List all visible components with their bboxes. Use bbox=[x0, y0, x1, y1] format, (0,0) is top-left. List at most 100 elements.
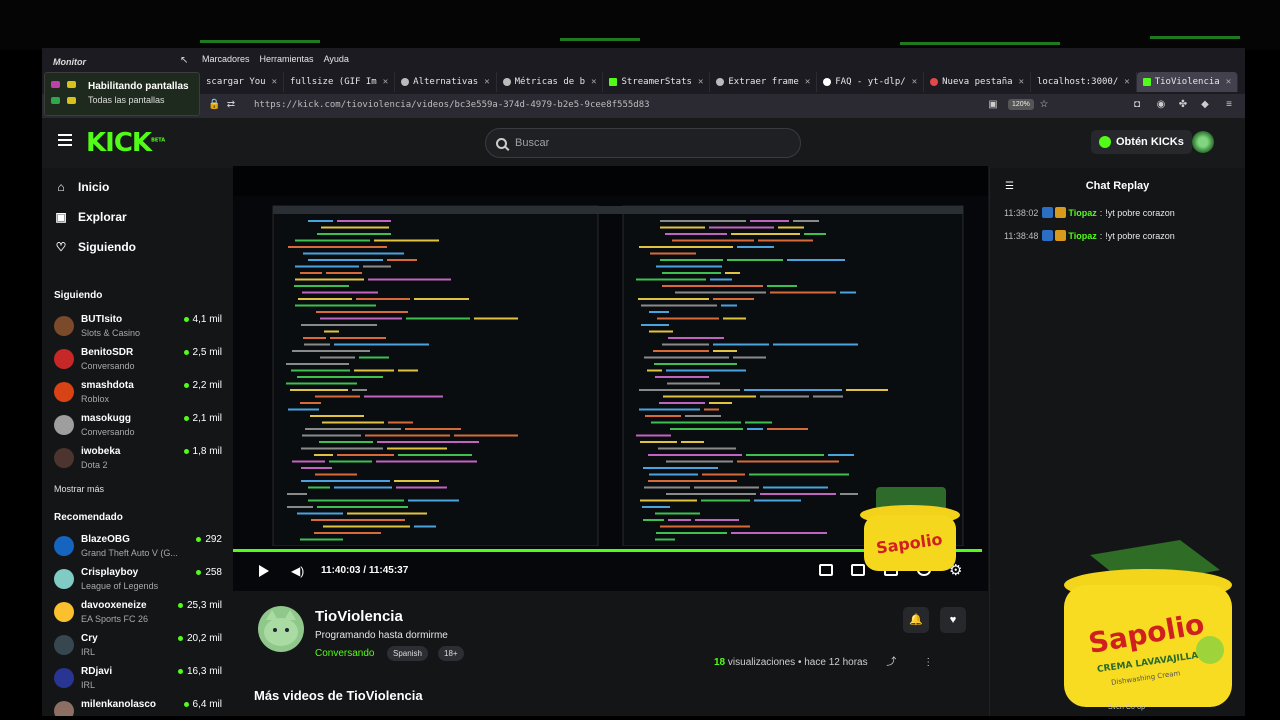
tab-7[interactable]: Nueva pestaña ✕ bbox=[924, 72, 1031, 92]
channel-name[interactable]: TioViolencia bbox=[315, 608, 403, 625]
kick-header: KICKBETA Buscar Obtén KICKs bbox=[42, 118, 1245, 168]
permissions-icon[interactable]: ⇄ bbox=[226, 100, 236, 110]
account-icon[interactable]: ◉ bbox=[1156, 100, 1166, 110]
sidebar-channel[interactable]: BUTIsito Slots & Casino 4,1 mil bbox=[54, 314, 222, 344]
sidebar-channel[interactable]: smashdota Roblox 2,2 mil bbox=[54, 380, 222, 410]
tag-age[interactable]: 18+ bbox=[438, 646, 464, 661]
tab-5[interactable]: Extraer frame ✕ bbox=[710, 72, 818, 92]
code-line bbox=[760, 395, 809, 398]
category-link[interactable]: Conversando bbox=[315, 648, 374, 659]
tab-0[interactable]: scargar You ✕ bbox=[200, 72, 285, 92]
kick-logo[interactable]: KICKBETA bbox=[86, 128, 165, 158]
hamburger-menu-icon[interactable] bbox=[58, 134, 72, 146]
user-avatar[interactable] bbox=[1192, 131, 1214, 153]
bookmark-star-icon[interactable]: ☆ bbox=[1039, 100, 1049, 110]
tab-9[interactable]: TioViolencia ✕ bbox=[1136, 72, 1239, 92]
viewer-count: 25,3 mil bbox=[177, 600, 222, 611]
code-line bbox=[365, 434, 450, 437]
nav-home[interactable]: ⌂ Inicio bbox=[54, 180, 109, 194]
tab-8[interactable]: localhost:3000/✕ bbox=[1031, 72, 1137, 92]
channel-avatar bbox=[54, 668, 74, 688]
tab-3[interactable]: Métricas de b ✕ bbox=[497, 72, 604, 92]
viewer-count: 6,4 mil bbox=[183, 699, 222, 710]
play-icon[interactable] bbox=[259, 565, 269, 577]
pocket-icon[interactable]: ◘ bbox=[1132, 100, 1142, 110]
code-line bbox=[308, 499, 404, 502]
code-line bbox=[317, 233, 391, 235]
tab-6[interactable]: FAQ - yt-dlp/✕ bbox=[817, 72, 925, 92]
code-line bbox=[291, 369, 350, 372]
channel-avatar bbox=[54, 602, 74, 622]
new-tab-icon[interactable]: + bbox=[1238, 75, 1245, 89]
close-icon[interactable]: ✕ bbox=[1226, 77, 1231, 87]
close-icon[interactable]: ✕ bbox=[912, 77, 917, 87]
close-icon[interactable]: ✕ bbox=[1124, 77, 1129, 87]
sidebar-channel[interactable]: iwobeka Dota 2 1,8 mil bbox=[54, 446, 222, 476]
tag-language[interactable]: Spanish bbox=[387, 646, 428, 661]
sidebar-channel[interactable]: BlazeOBG Grand Theft Auto V (G... 292 bbox=[54, 534, 222, 564]
nav-explore[interactable]: ▣ Explorar bbox=[54, 210, 126, 224]
menu-icon[interactable]: ≡ bbox=[1224, 100, 1234, 110]
code-line bbox=[760, 493, 836, 495]
nav-following[interactable]: ♡ Siguiendo bbox=[54, 240, 136, 254]
menu-bookmarks[interactable]: Marcadores bbox=[202, 54, 250, 64]
sidebar-channel[interactable]: Cry IRL 20,2 mil bbox=[54, 633, 222, 663]
close-icon[interactable]: ✕ bbox=[805, 77, 810, 87]
url-input[interactable]: https://kick.com/tioviolencia/videos/bc3… bbox=[254, 100, 650, 110]
search-input[interactable]: Buscar bbox=[485, 128, 801, 158]
display-icon bbox=[67, 97, 76, 104]
tab-1[interactable]: fullsize (GIF Im ✕ bbox=[284, 72, 396, 92]
get-kicks-button[interactable]: Obtén KICKs bbox=[1091, 130, 1192, 154]
channel-avatar[interactable] bbox=[258, 606, 304, 652]
channel-category: IRL bbox=[81, 680, 96, 690]
code-line bbox=[660, 259, 723, 261]
cursor-icon: ↖ bbox=[180, 55, 189, 66]
close-icon[interactable]: ✕ bbox=[383, 77, 388, 87]
code-line bbox=[287, 506, 313, 508]
code-line bbox=[315, 395, 360, 398]
sidebar-channel[interactable]: RDjavi IRL 16,3 mil bbox=[54, 666, 222, 696]
volume-icon[interactable]: ◀︎) bbox=[291, 564, 304, 578]
zoom-badge[interactable]: 120% bbox=[1008, 99, 1034, 110]
tab-4[interactable]: StreamerStats ✕ bbox=[603, 72, 711, 92]
code-line bbox=[655, 538, 675, 541]
code-line bbox=[655, 512, 700, 515]
live-dot-icon bbox=[196, 537, 202, 542]
reader-icon[interactable]: ▣ bbox=[988, 100, 998, 110]
close-icon[interactable]: ✕ bbox=[591, 77, 596, 87]
sidebar-channel[interactable]: masokugg Conversando 2,1 mil bbox=[54, 413, 222, 443]
close-icon[interactable]: ✕ bbox=[484, 77, 489, 87]
clip-icon[interactable] bbox=[819, 564, 833, 576]
sidebar-channel[interactable]: BenitoSDR Conversando 2,5 mil bbox=[54, 347, 222, 377]
code-line bbox=[694, 486, 759, 489]
channel-category: Dota 2 bbox=[81, 460, 108, 470]
code-line bbox=[662, 285, 763, 287]
code-line bbox=[828, 454, 854, 456]
display-notification[interactable]: Habilitando pantallas Todas las pantalla… bbox=[44, 72, 200, 116]
more-options-icon[interactable]: ⋮ bbox=[923, 657, 933, 668]
bell-icon[interactable]: 🔔 bbox=[903, 607, 929, 633]
code-line bbox=[300, 538, 343, 541]
sidebar-channel[interactable]: davooxeneize EA Sports FC 26 25,3 mil bbox=[54, 600, 222, 630]
close-icon[interactable]: ✕ bbox=[698, 77, 703, 87]
sidebar-channel[interactable]: Crisplayboy League of Legends 258 bbox=[54, 567, 222, 597]
code-line bbox=[286, 382, 357, 385]
code-line bbox=[292, 350, 370, 352]
code-line bbox=[659, 402, 705, 404]
menu-help[interactable]: Ayuda bbox=[324, 54, 349, 64]
badge-icon bbox=[1042, 207, 1054, 218]
extensions-icon[interactable]: ✤ bbox=[1178, 100, 1188, 110]
show-more-link[interactable]: Mostrar más bbox=[54, 484, 104, 494]
tab-favicon-icon bbox=[930, 78, 939, 86]
channel-name: davooxeneize bbox=[81, 600, 147, 611]
extension-icon[interactable]: ◆ bbox=[1200, 100, 1210, 110]
close-icon[interactable]: ✕ bbox=[272, 77, 277, 87]
menu-tools[interactable]: Herramientas bbox=[260, 54, 314, 64]
sidebar-channel[interactable]: milenkanolasco 6,4 mil bbox=[54, 699, 222, 716]
close-icon[interactable]: ✕ bbox=[1019, 77, 1024, 87]
code-line bbox=[356, 298, 410, 300]
share-icon[interactable]: ⤴ bbox=[886, 657, 896, 668]
follow-heart-icon[interactable]: ♥ bbox=[940, 607, 966, 633]
code-line bbox=[763, 486, 828, 489]
tab-2[interactable]: Alternativas ✕ bbox=[395, 72, 497, 92]
